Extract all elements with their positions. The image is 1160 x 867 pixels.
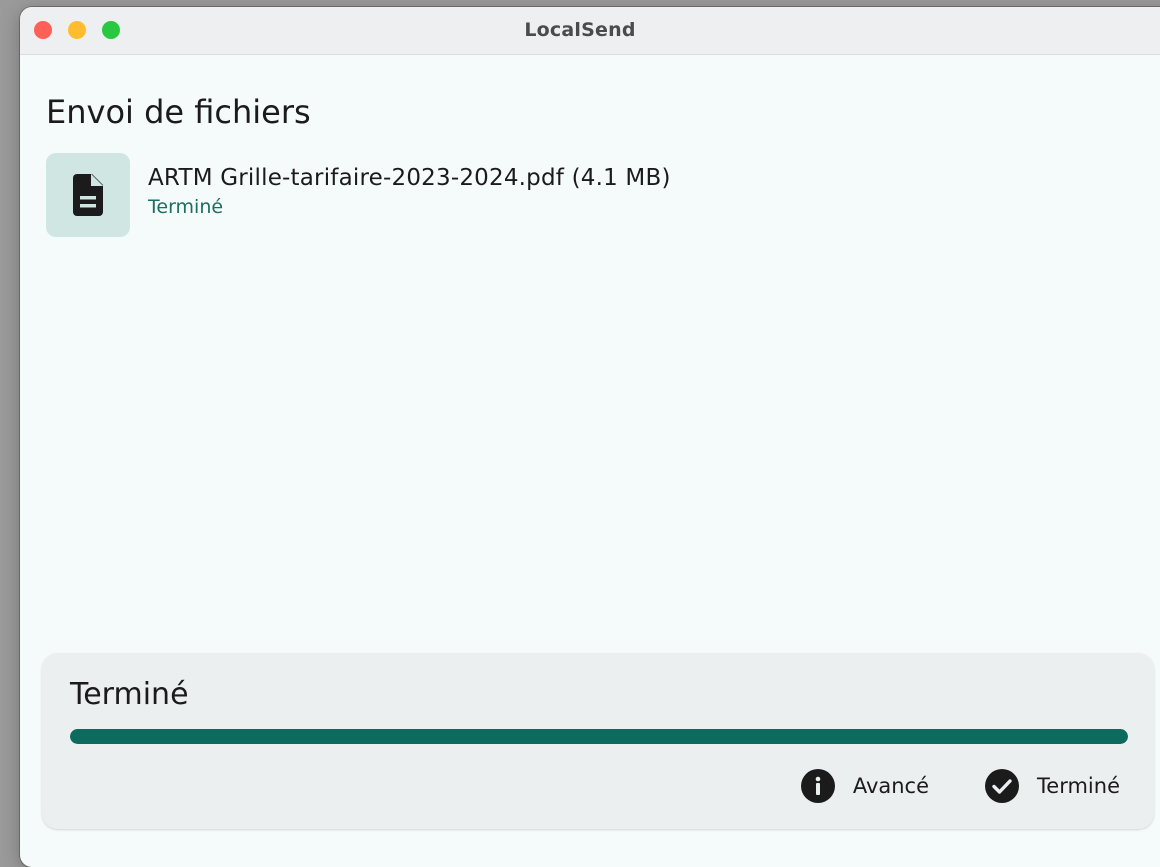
title-bar: LocalSend xyxy=(20,7,1160,55)
file-list-item: ARTM Grille-tarifaire-2023-2024.pdf (4.1… xyxy=(46,153,671,237)
document-icon xyxy=(73,174,103,216)
file-thumbnail xyxy=(46,153,130,237)
advanced-button[interactable]: Avancé xyxy=(800,769,930,803)
progress-bar xyxy=(70,729,1128,744)
check-circle-icon xyxy=(985,769,1020,803)
done-button-label: Terminé xyxy=(1037,774,1120,798)
info-icon xyxy=(800,769,835,803)
file-meta: ARTM Grille-tarifaire-2023-2024.pdf (4.1… xyxy=(148,153,671,218)
done-button[interactable]: Terminé xyxy=(985,769,1120,803)
file-name: ARTM Grille-tarifaire-2023-2024.pdf (4.1… xyxy=(148,165,671,191)
app-window: LocalSend Envoi de fichiers ARTM Grille-… xyxy=(20,7,1160,867)
progress-actions: Avancé Terminé xyxy=(745,769,1120,803)
progress-bar-fill xyxy=(70,729,1128,744)
advanced-button-label: Avancé xyxy=(852,774,930,798)
file-status: Terminé xyxy=(148,196,224,218)
window-title: LocalSend xyxy=(524,19,636,41)
page-title: Envoi de fichiers xyxy=(46,93,311,131)
progress-title: Terminé xyxy=(70,677,189,712)
progress-card: Terminé Avancé Terminé xyxy=(42,653,1154,829)
